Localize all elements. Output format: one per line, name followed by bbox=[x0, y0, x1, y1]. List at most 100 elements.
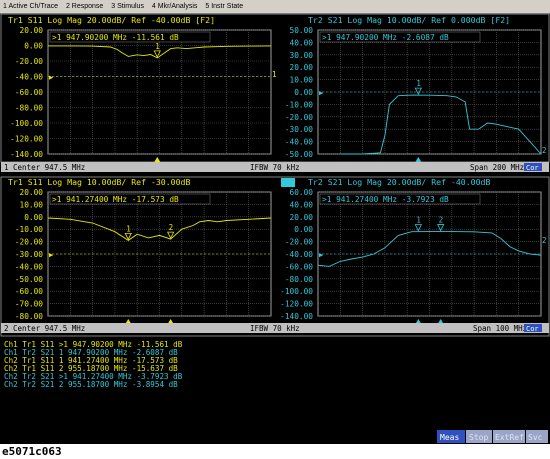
figure-caption: e5071c063 bbox=[2, 445, 62, 458]
trace-end-label: 2 bbox=[542, 236, 547, 245]
ch1-correction-badge: Cor bbox=[526, 164, 539, 172]
tick-label: -20.00 bbox=[15, 57, 43, 66]
tick-label: -140.00 bbox=[280, 312, 313, 321]
tick-label: -120.00 bbox=[280, 300, 313, 309]
trace-header-ch1-tr2[interactable]: Tr2 S21 Log Mag 10.00dB/ Ref 0.000dB [F2… bbox=[308, 15, 510, 25]
tick-label: -40.00 bbox=[285, 250, 313, 259]
plot-ch1-tr1[interactable]: 20.00 0.00 -20.00 -40.00 -60.00 -80.00 -100.00… bbox=[10, 26, 277, 162]
marker-table: Ch1 Tr1 S11 >1 947.90200 MHz -11.561 dB … bbox=[4, 340, 183, 389]
tick-label: -30.00 bbox=[15, 250, 43, 259]
tick-label: -40.00 bbox=[15, 262, 43, 271]
tick-label: 0.00 bbox=[294, 88, 313, 97]
trace-header-ch2-tr2[interactable]: Tr2 S21 Log Mag 20.00dB/ Ref -40.00dB bbox=[308, 177, 490, 187]
tick-label: -50.00 bbox=[15, 275, 43, 284]
reference-arrow-icon: ▶ bbox=[319, 89, 324, 97]
tick-label: -20.00 bbox=[285, 113, 313, 122]
marker-triangle-icon[interactable] bbox=[414, 224, 422, 232]
reference-arrow-icon: ▶ bbox=[319, 251, 324, 259]
tick-label: -80.00 bbox=[15, 312, 43, 321]
marker-label: 2 bbox=[439, 216, 444, 225]
tick-label: -140.00 bbox=[10, 150, 43, 159]
trace-end-label: 1 bbox=[272, 70, 277, 79]
menu-active-ch-trace[interactable]: 1 Active Ch/Trace bbox=[0, 0, 61, 13]
tick-label: 20.00 bbox=[290, 213, 314, 222]
stimulus-marker-icon bbox=[154, 157, 161, 162]
tick-label: -60.00 bbox=[15, 287, 43, 296]
measurement-trace[interactable] bbox=[47, 217, 272, 241]
tick-label: 50.00 bbox=[290, 26, 314, 35]
softkey-stop-label: Stop bbox=[469, 433, 488, 442]
plot-ch2-tr2[interactable]: 60.00 40.00 20.00 0.00 -20.00 -40.00 -60.00 -80… bbox=[280, 188, 547, 324]
ch2-ifbw: IFBW 70 kHz bbox=[250, 324, 300, 333]
ch1-span: Span 200 MHz bbox=[470, 163, 524, 172]
tick-label: -10.00 bbox=[15, 225, 43, 234]
tick-label: -100.00 bbox=[10, 119, 43, 128]
tick-label: 0.00 bbox=[294, 225, 313, 234]
trace-header-ch2-tr1[interactable]: Tr1 S11 Log Mag 10.00dB/ Ref -30.00dB bbox=[8, 177, 190, 187]
tick-label: -10.00 bbox=[285, 100, 313, 109]
marker-triangle-icon[interactable] bbox=[437, 224, 445, 232]
trace-end-label: 2 bbox=[542, 146, 547, 155]
marker-readout: >1 941.27400 MHz -17.573 dB bbox=[52, 195, 179, 204]
tick-label: -30.00 bbox=[285, 125, 313, 134]
marker-label: 2 bbox=[169, 223, 174, 232]
tick-label: 20.00 bbox=[20, 26, 44, 35]
analyzer-window: { "menu": [ {"label":"1 Active Ch/Trace"… bbox=[0, 0, 550, 459]
marker-label: 1 bbox=[416, 216, 421, 225]
menu-bar: 1 Active Ch/Trace 2 Response 3 Stimulus … bbox=[0, 0, 550, 14]
measurement-trace[interactable] bbox=[340, 94, 542, 155]
ch2-correction-badge: Cor bbox=[526, 325, 539, 333]
channel-1-status-bar: 1 Center 947.5 MHz IFBW 70 kHz Span 200 … bbox=[1, 162, 549, 172]
ch2-span: Span 100 MHz bbox=[473, 324, 527, 333]
tick-label: -120.00 bbox=[10, 135, 43, 144]
tick-label: -60.00 bbox=[285, 262, 313, 271]
marker-table-row: Ch2 Tr2 S21 2 955.18700 MHz -3.8954 dB bbox=[4, 380, 178, 389]
marker-readout: >1 941.27400 MHz -3.7923 dB bbox=[322, 195, 449, 204]
tick-label: -50.00 bbox=[285, 150, 313, 159]
marker-readout: >1 947.90200 MHz -2.6087 dB bbox=[322, 33, 449, 42]
menu-response[interactable]: 2 Response bbox=[63, 0, 106, 13]
tick-label: 60.00 bbox=[290, 188, 314, 197]
marker-triangle-icon[interactable] bbox=[414, 87, 422, 96]
tick-label: -70.00 bbox=[15, 300, 43, 309]
active-trace-badge[interactable] bbox=[281, 178, 295, 187]
tick-label: -60.00 bbox=[15, 88, 43, 97]
tick-label: 30.00 bbox=[290, 51, 314, 60]
reference-arrow-icon: ▶ bbox=[49, 251, 54, 259]
instrument-screen: Tr1 S11 Log Mag 20.00dB/ Ref -40.00dB [F… bbox=[0, 14, 550, 444]
channel-2-status-bar: 2 Center 947.5 MHz IFBW 70 kHz Span 100 … bbox=[1, 323, 549, 333]
ch1-center-freq: 1 Center 947.5 MHz bbox=[4, 163, 85, 172]
menu-stimulus[interactable]: 3 Stimulus bbox=[108, 0, 147, 13]
tick-label: -80.00 bbox=[285, 275, 313, 284]
menu-instr-state[interactable]: 5 Instr State bbox=[202, 0, 246, 13]
trace-header-ch1-tr1[interactable]: Tr1 S11 Log Mag 20.00dB/ Ref -40.00dB [F… bbox=[8, 15, 215, 25]
softkey-bar: Meas Stop ExtRef Svc bbox=[0, 429, 550, 444]
ch1-ifbw: IFBW 70 kHz bbox=[250, 163, 300, 172]
tick-label: -80.00 bbox=[15, 104, 43, 113]
stimulus-marker-icon bbox=[415, 157, 422, 162]
tick-label: 10.00 bbox=[290, 76, 314, 85]
marker-readout: >1 947.90200 MHz -11.561 dB bbox=[52, 33, 179, 42]
tick-label: 0.00 bbox=[24, 213, 43, 222]
softkey-meas-label: Meas bbox=[440, 433, 459, 442]
tick-label: 0.00 bbox=[24, 42, 43, 51]
ch2-center-freq: 2 Center 947.5 MHz bbox=[4, 324, 85, 333]
display-canvas: Tr1 S11 Log Mag 20.00dB/ Ref -40.00dB [F… bbox=[0, 14, 550, 444]
tick-label: -100.00 bbox=[280, 287, 313, 296]
tick-label: -20.00 bbox=[285, 238, 313, 247]
tick-label: 20.00 bbox=[20, 188, 44, 197]
tick-label: 20.00 bbox=[290, 63, 314, 72]
tick-label: -40.00 bbox=[285, 138, 313, 147]
marker-label: 1 bbox=[416, 79, 421, 88]
softkey-svc-label: Svc bbox=[528, 433, 543, 442]
tick-label: 40.00 bbox=[290, 200, 314, 209]
menu-mkr-analysis[interactable]: 4 Mkr/Analysis bbox=[149, 0, 201, 13]
marker-label: 1 bbox=[126, 224, 131, 233]
tick-label: 10.00 bbox=[20, 200, 44, 209]
softkey-extref-label: ExtRef bbox=[495, 433, 524, 442]
marker-label: 1 bbox=[155, 42, 160, 51]
plot-ch1-tr2[interactable]: 50.00 40.00 30.00 20.00 10.00 0.00 -10.00 -20.0… bbox=[285, 26, 547, 162]
plot-ch2-tr1[interactable]: 20.00 10.00 0.00 -10.00 -20.00 -30.00 -40.00 -5… bbox=[15, 188, 272, 324]
reference-arrow-icon: ▶ bbox=[49, 74, 54, 82]
tick-label: -20.00 bbox=[15, 238, 43, 247]
